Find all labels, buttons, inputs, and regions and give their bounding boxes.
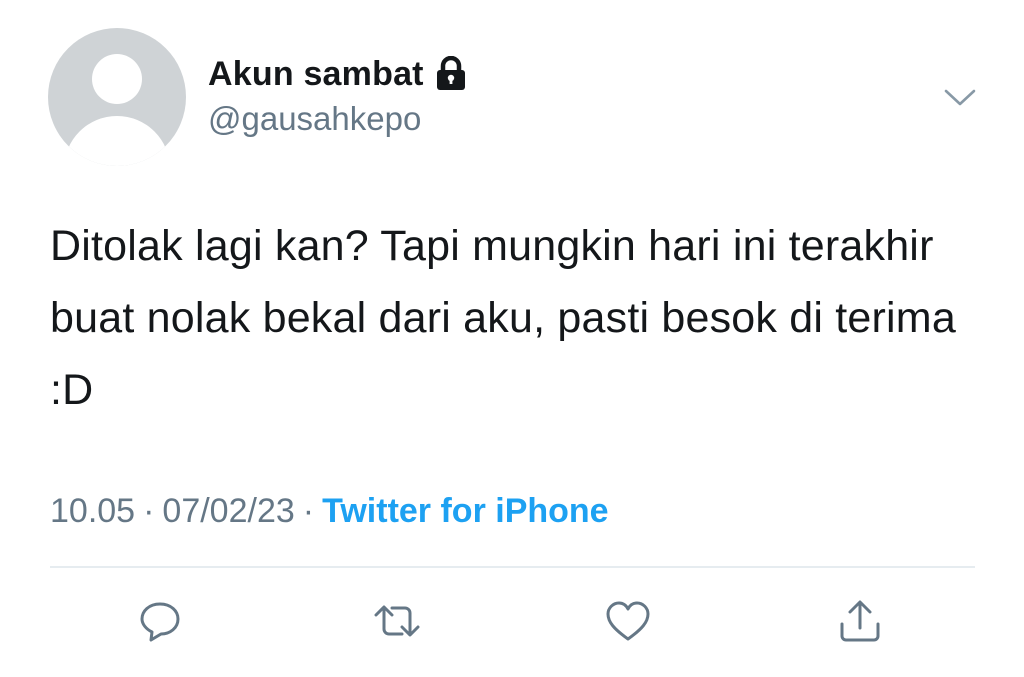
user-name-row: Akun sambat — [208, 53, 468, 95]
tweet-card: Akun sambat @gausahkepo Ditolak lagi kan… — [0, 0, 1024, 677]
meta-separator: · — [143, 492, 155, 530]
reply-icon — [137, 599, 183, 643]
default-avatar-icon[interactable] — [48, 28, 186, 166]
tweet-time[interactable]: 10.05 — [50, 492, 135, 530]
tweet-text: Ditolak lagi kan? Tapi mungkin hari ini … — [50, 222, 956, 414]
avatar-head — [92, 54, 142, 104]
tweet-source[interactable]: Twitter for iPhone — [322, 492, 608, 530]
reply-button[interactable] — [134, 596, 186, 646]
chevron-down-icon[interactable] — [940, 82, 980, 112]
share-button[interactable] — [834, 596, 886, 646]
avatar-shoulders — [64, 116, 170, 166]
heart-icon — [604, 599, 652, 643]
like-button[interactable] — [602, 596, 654, 646]
lock-icon — [434, 55, 468, 92]
tweet-meta: 10.05 · 07/02/23 · Twitter for iPhone — [50, 492, 609, 531]
meta-separator: · — [302, 492, 315, 530]
user-handle[interactable]: @gausahkepo — [208, 100, 421, 138]
tweet-date[interactable]: 07/02/23 — [162, 492, 294, 530]
display-name[interactable]: Akun sambat — [208, 55, 424, 94]
retweet-button[interactable] — [371, 596, 423, 646]
divider — [50, 566, 975, 568]
share-icon — [836, 598, 884, 644]
retweet-icon — [372, 599, 422, 643]
